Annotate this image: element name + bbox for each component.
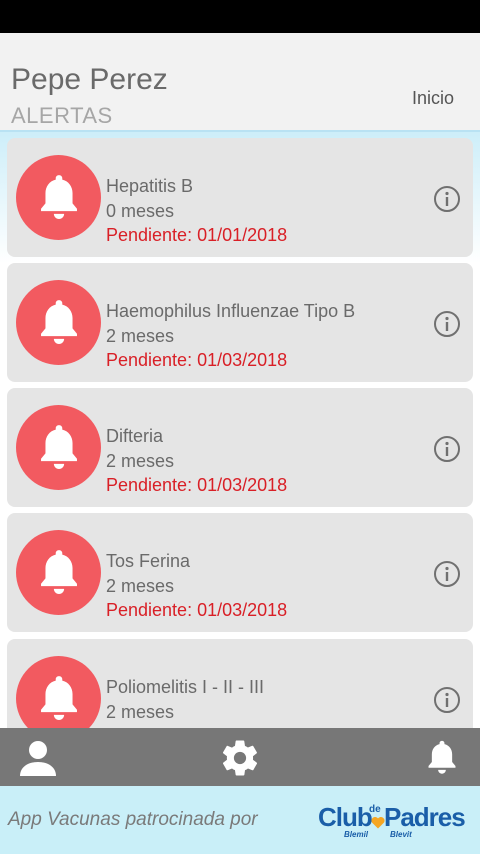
info-icon[interactable]	[433, 560, 461, 588]
vaccine-name: Hepatitis B	[106, 176, 194, 196]
gear-icon[interactable]	[218, 736, 262, 780]
pending-date: Pendiente: 01/03/2018	[106, 600, 288, 620]
info-icon[interactable]	[433, 185, 461, 213]
bell-icon[interactable]	[420, 736, 464, 780]
bell-icon	[16, 280, 101, 365]
sponsor-banner: App Vacunas patrocinada por Club de Padr…	[0, 786, 480, 854]
vaccine-age: 2 meses	[106, 702, 175, 722]
alert-text: Poliomelitis I - II - III 2 meses	[106, 675, 264, 725]
info-icon[interactable]	[433, 686, 461, 714]
vaccine-name: Difteria	[106, 426, 164, 446]
info-icon[interactable]	[433, 310, 461, 338]
page-title: ALERTAS	[11, 103, 113, 128]
bell-icon	[16, 530, 101, 615]
vaccine-name: Poliomelitis I - II - III	[106, 677, 265, 697]
alert-card[interactable]: Difteria 2 meses Pendiente: 01/03/2018	[7, 388, 473, 507]
vaccine-name: Tos Ferina	[106, 551, 191, 571]
bell-icon	[16, 405, 101, 490]
logo-de-text: de	[369, 804, 381, 815]
vaccine-age: 2 meses	[106, 326, 175, 346]
pending-date: Pendiente: 01/01/2018	[106, 225, 288, 245]
bell-icon	[16, 155, 101, 240]
pending-date: Pendiente: 01/03/2018	[106, 475, 288, 495]
user-name: Pepe Perez	[11, 63, 168, 96]
vaccine-age: 0 meses	[106, 201, 175, 221]
logo-padres-text: Padres	[384, 802, 466, 832]
logo-sub-blevit: Blevit	[390, 830, 412, 839]
info-icon[interactable]	[433, 435, 461, 463]
bell-icon	[16, 656, 101, 728]
alerts-list[interactable]: Hepatitis B 0 meses Pendiente: 01/01/201…	[0, 132, 480, 728]
vaccine-name: Haemophilus Influenzae Tipo B	[106, 301, 356, 321]
club-de-padres-logo[interactable]: Club de Padres Blemil Blevit	[318, 796, 470, 844]
app-header: Pepe Perez ALERTAS Inicio	[0, 33, 480, 132]
bottom-nav	[0, 728, 480, 786]
alert-card[interactable]: Poliomelitis I - II - III 2 meses	[7, 639, 473, 728]
inicio-link[interactable]: Inicio	[412, 88, 454, 109]
vaccine-age: 2 meses	[106, 576, 175, 596]
alert-card[interactable]: Tos Ferina 2 meses Pendiente: 01/03/2018	[7, 513, 473, 632]
alert-card[interactable]: Haemophilus Influenzae Tipo B 2 meses Pe…	[7, 263, 473, 382]
alert-text: Haemophilus Influenzae Tipo B 2 meses Pe…	[106, 299, 355, 372]
alert-text: Hepatitis B 0 meses Pendiente: 01/01/201…	[106, 174, 287, 247]
user-icon[interactable]	[16, 736, 60, 780]
heart-icon	[371, 816, 385, 829]
logo-sub-blemil: Blemil	[344, 830, 369, 839]
pending-date: Pendiente: 01/03/2018	[106, 350, 288, 370]
logo-club-text: Club	[318, 802, 373, 832]
alert-text: Tos Ferina 2 meses Pendiente: 01/03/2018	[106, 549, 287, 622]
sponsor-text: App Vacunas patrocinada por	[8, 809, 258, 830]
vaccine-age: 2 meses	[106, 451, 175, 471]
alert-text: Difteria 2 meses Pendiente: 01/03/2018	[106, 424, 287, 497]
status-bar	[0, 0, 480, 33]
alert-card[interactable]: Hepatitis B 0 meses Pendiente: 01/01/201…	[7, 138, 473, 257]
